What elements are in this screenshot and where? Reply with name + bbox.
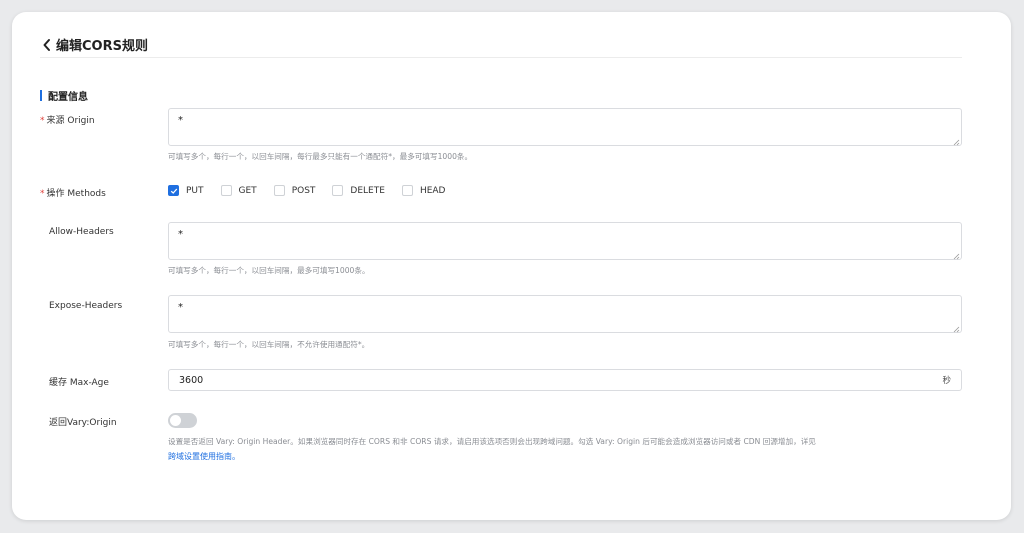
origin-label: * 来源 Origin — [40, 113, 95, 126]
methods-label: * 操作 Methods — [40, 186, 106, 199]
method-head-label: HEAD — [419, 185, 446, 196]
checkbox-unchecked-icon — [273, 185, 285, 196]
allow-headers-label: Allow-Headers — [49, 227, 114, 237]
method-put-label: PUT — [186, 185, 204, 196]
page-title: 编辑CORS规则 — [56, 39, 148, 54]
back-button[interactable]: 编辑CORS规则 — [42, 35, 148, 54]
allow-headers-textarea[interactable]: * — [168, 222, 962, 260]
cors-guide-link[interactable]: 跨域设置使用指南。 — [168, 451, 240, 462]
required-mark: * — [40, 116, 45, 126]
method-get-label: GET — [238, 185, 257, 196]
section-config-info: 配置信息 — [40, 88, 88, 103]
required-mark: * — [40, 189, 45, 199]
method-put-checkbox[interactable]: PUT — [168, 185, 204, 196]
section-accent-bar — [40, 90, 42, 101]
methods-checkbox-group: PUT GET POST DELETE HEAD — [168, 185, 462, 196]
method-post-label: POST — [291, 185, 316, 196]
expose-headers-textarea[interactable]: * — [168, 295, 962, 333]
origin-label-text: 来源 Origin — [46, 116, 95, 126]
method-post-checkbox[interactable]: POST — [273, 185, 316, 196]
method-delete-checkbox[interactable]: DELETE — [332, 185, 385, 196]
checkbox-unchecked-icon — [220, 185, 232, 196]
expose-headers-label: Expose-Headers — [49, 301, 123, 311]
expose-headers-hint: 可填写多个，每行一个，以回车间隔，不允许使用通配符*。 — [168, 340, 370, 349]
toggle-knob — [170, 415, 181, 426]
max-age-input[interactable] — [179, 374, 579, 386]
method-delete-label: DELETE — [350, 185, 385, 196]
method-head-checkbox[interactable]: HEAD — [401, 185, 446, 196]
origin-textarea[interactable]: * — [168, 108, 962, 146]
header-divider — [40, 57, 962, 58]
chevron-left-icon — [43, 38, 50, 51]
checkbox-unchecked-icon — [332, 185, 344, 196]
checkbox-unchecked-icon — [401, 185, 413, 196]
vary-origin-toggle[interactable] — [168, 413, 197, 428]
max-age-label: 缓存 Max-Age — [49, 378, 109, 388]
checkbox-checked-icon — [168, 185, 179, 196]
allow-headers-hint: 可填写多个，每行一个，以回车间隔，最多可填写1000条。 — [168, 266, 370, 275]
max-age-unit: 秒 — [942, 376, 951, 386]
edit-cors-card: 编辑CORS规则 配置信息 * 来源 Origin * 可填写多个，每行一个，以回… — [12, 12, 1011, 520]
vary-origin-label: 返回Vary:Origin — [49, 418, 117, 428]
origin-hint: 可填写多个，每行一个，以回车间隔，每行最多只能有一个通配符*，最多可填写1000… — [168, 152, 473, 161]
methods-label-text: 操作 Methods — [46, 189, 106, 199]
section-title-label: 配置信息 — [48, 92, 88, 103]
max-age-field[interactable]: 秒 — [168, 369, 962, 391]
vary-origin-hint: 设置是否返回 Vary: Origin Header。如果浏览器同时存在 COR… — [168, 437, 816, 446]
method-get-checkbox[interactable]: GET — [220, 185, 257, 196]
